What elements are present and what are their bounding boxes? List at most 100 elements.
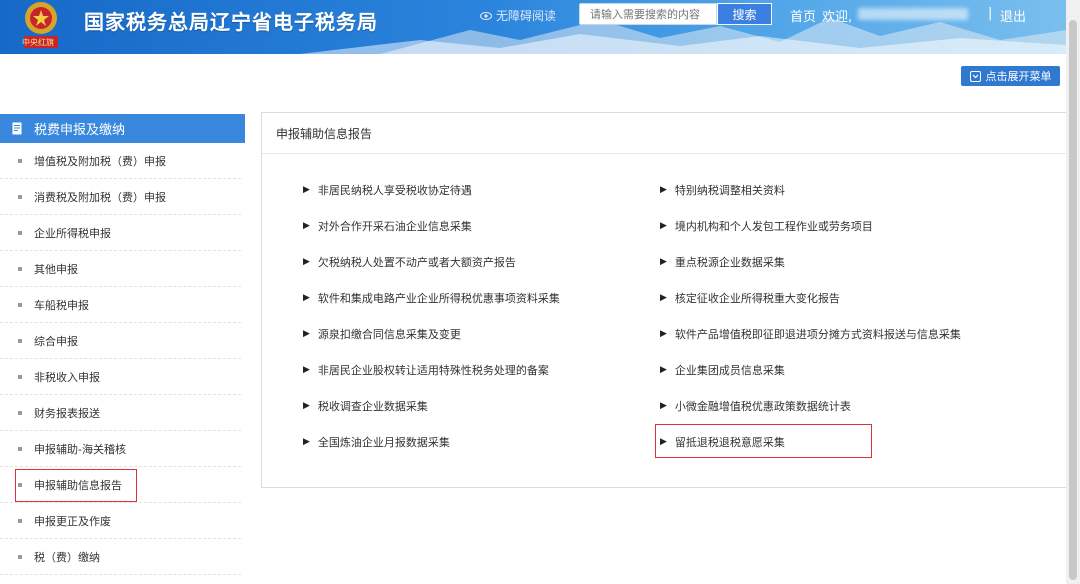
triangle-right-icon: ▶	[303, 365, 310, 375]
link-assessed-collection-change[interactable]: ▶ 核定征收企业所得税重大变化报告	[660, 290, 840, 306]
link-nonresident-treaty[interactable]: ▶ 非居民纳税人享受税收协定待遇	[303, 182, 472, 198]
sidebar-item-label: 企业所得税申报	[34, 226, 111, 240]
sidebar-item-label: 消费税及附加税（费）申报	[34, 190, 166, 204]
link-group-members[interactable]: ▶ 企业集团成员信息采集	[660, 362, 785, 378]
triangle-right-icon: ▶	[660, 401, 667, 411]
eye-icon	[480, 11, 492, 20]
highlight-box-content	[655, 424, 872, 458]
triangle-right-icon: ▶	[660, 221, 667, 231]
sidebar-item-financial-statements[interactable]: 财务报表报送	[0, 395, 241, 431]
expand-menu-label: 点击展开菜单	[985, 70, 1052, 83]
sidebar-item-consumption-tax[interactable]: 消费税及附加税（费）申报	[0, 179, 241, 215]
expand-menu-button[interactable]: 点击展开菜单	[961, 66, 1060, 86]
triangle-right-icon: ▶	[660, 185, 667, 195]
sidebar-item-label: 综合申报	[34, 334, 78, 348]
site-title: 国家税务总局辽宁省电子税务局	[84, 10, 378, 34]
sidebar-title: 税费申报及缴纳	[34, 123, 126, 138]
sidebar-item-label: 车船税申报	[34, 298, 89, 312]
link-label: 软件和集成电路产业企业所得税优惠事项资料采集	[317, 292, 560, 305]
triangle-right-icon: ▶	[303, 185, 310, 195]
search-input[interactable]	[579, 3, 717, 25]
sidebar-item-label: 财务报表报送	[34, 406, 100, 420]
bullet-icon	[18, 518, 22, 523]
link-withholding-contract[interactable]: ▶ 源泉扣缴合同信息采集及变更	[303, 326, 461, 342]
sidebar-item-other[interactable]: 其他申报	[0, 251, 241, 287]
bullet-icon	[18, 230, 22, 235]
sidebar-item-label: 税（费）缴纳	[34, 550, 100, 564]
panel-title: 申报辅助信息报告	[262, 113, 1066, 154]
sidebar-item-label: 其他申报	[34, 262, 78, 276]
triangle-right-icon: ▶	[303, 329, 310, 339]
emblem-caption: 中央红旗	[22, 38, 54, 47]
link-label: 特别纳税调整相关资料	[674, 184, 785, 197]
sidebar-header[interactable]: 税费申报及缴纳	[0, 114, 245, 143]
link-tax-arrears-assets[interactable]: ▶ 欠税纳税人处置不动产或者大额资产报告	[303, 254, 516, 270]
triangle-right-icon: ▶	[303, 401, 310, 411]
sidebar-item-label: 申报更正及作废	[34, 514, 111, 528]
document-icon	[12, 122, 22, 135]
accessibility-label: 无障碍阅读	[496, 9, 557, 23]
home-link[interactable]: 首页	[790, 6, 816, 25]
link-software-ic-preference[interactable]: ▶ 软件和集成电路产业企业所得税优惠事项资料采集	[303, 290, 560, 306]
triangle-right-icon: ▶	[303, 437, 310, 447]
sidebar-item-comprehensive[interactable]: 综合申报	[0, 323, 241, 359]
link-software-vat-refund[interactable]: ▶ 软件产品增值税即征即退进项分摊方式资料报送与信息采集	[660, 326, 961, 342]
bullet-icon	[18, 374, 22, 379]
bullet-icon	[18, 410, 22, 415]
bullet-icon	[18, 554, 22, 559]
top-banner: 中央红旗 国家税务总局辽宁省电子税务局 无障碍阅读 搜索 首页 欢迎, | 退出	[0, 0, 1080, 54]
link-equity-transfer[interactable]: ▶ 非居民企业股权转让适用特殊性税务处理的备案	[303, 362, 549, 378]
sidebar-item-label: 增值税及附加税（费）申报	[34, 154, 166, 168]
bullet-icon	[18, 446, 22, 451]
sidebar-item-vat[interactable]: 增值税及附加税（费）申报	[0, 143, 241, 179]
sidebar-item-label: 非税收入申报	[34, 370, 100, 384]
link-label: 软件产品增值税即征即退进项分摊方式资料报送与信息采集	[674, 328, 961, 341]
user-links: 首页 欢迎,	[790, 6, 969, 25]
link-micro-finance-vat[interactable]: ▶ 小微金融增值税优惠政策数据统计表	[660, 398, 851, 414]
triangle-right-icon: ▶	[303, 221, 310, 231]
search-button[interactable]: 搜索	[717, 3, 772, 25]
link-label: 对外合作开采石油企业信息采集	[317, 220, 472, 233]
link-label: 税收调查企业数据采集	[317, 400, 428, 413]
link-label: 重点税源企业数据采集	[674, 256, 785, 269]
sidebar: 税费申报及缴纳 增值税及附加税（费）申报 消费税及附加税（费）申报 企业所得税申…	[0, 114, 245, 575]
menu-expand-icon	[969, 70, 981, 82]
highlight-box-sidebar	[15, 469, 137, 502]
link-label: 非居民纳税人享受税收协定待遇	[317, 184, 472, 197]
accessibility-toggle[interactable]: 无障碍阅读	[480, 7, 556, 24]
link-offshore-oil[interactable]: ▶ 对外合作开采石油企业信息采集	[303, 218, 472, 234]
sidebar-item-vehicle-tax[interactable]: 车船税申报	[0, 287, 241, 323]
bullet-icon	[18, 266, 22, 271]
link-domestic-contract-projects[interactable]: ▶ 境内机构和个人发包工程作业或劳务项目	[660, 218, 873, 234]
link-tax-survey[interactable]: ▶ 税收调查企业数据采集	[303, 398, 428, 414]
triangle-right-icon: ▶	[303, 257, 310, 267]
sidebar-item-non-tax[interactable]: 非税收入申报	[0, 359, 241, 395]
link-separator: |	[988, 6, 993, 21]
triangle-right-icon: ▶	[660, 293, 667, 303]
triangle-right-icon: ▶	[660, 257, 667, 267]
vertical-scrollbar[interactable]	[1066, 0, 1080, 584]
link-label: 小微金融增值税优惠政策数据统计表	[674, 400, 851, 413]
bullet-icon	[18, 338, 22, 343]
triangle-right-icon: ▶	[303, 293, 310, 303]
link-key-tax-source[interactable]: ▶ 重点税源企业数据采集	[660, 254, 785, 270]
link-label: 核定征收企业所得税重大变化报告	[674, 292, 840, 305]
sidebar-item-correction[interactable]: 申报更正及作废	[0, 503, 241, 539]
triangle-right-icon: ▶	[660, 365, 667, 375]
bullet-icon	[18, 194, 22, 199]
sidebar-item-payment[interactable]: 税（费）缴纳	[0, 539, 241, 575]
link-special-tax-adjustment[interactable]: ▶ 特别纳税调整相关资料	[660, 182, 785, 198]
link-refinery-monthly[interactable]: ▶ 全国炼油企业月报数据采集	[303, 434, 450, 450]
bullet-icon	[18, 302, 22, 307]
link-label: 境内机构和个人发包工程作业或劳务项目	[674, 220, 873, 233]
welcome-text: 欢迎,	[822, 10, 853, 25]
bullet-icon	[18, 158, 22, 163]
link-label: 欠税纳税人处置不动产或者大额资产报告	[317, 256, 516, 269]
user-name-redacted	[858, 8, 969, 20]
sidebar-item-corporate-income-tax[interactable]: 企业所得税申报	[0, 215, 241, 251]
sidebar-item-customs-audit[interactable]: 申报辅助-海关稽核	[0, 431, 241, 467]
triangle-right-icon: ▶	[660, 329, 667, 339]
logout-link[interactable]: 退出	[1000, 6, 1026, 25]
link-label: 非居民企业股权转让适用特殊性税务处理的备案	[317, 364, 549, 377]
scrollbar-thumb[interactable]	[1069, 20, 1077, 580]
